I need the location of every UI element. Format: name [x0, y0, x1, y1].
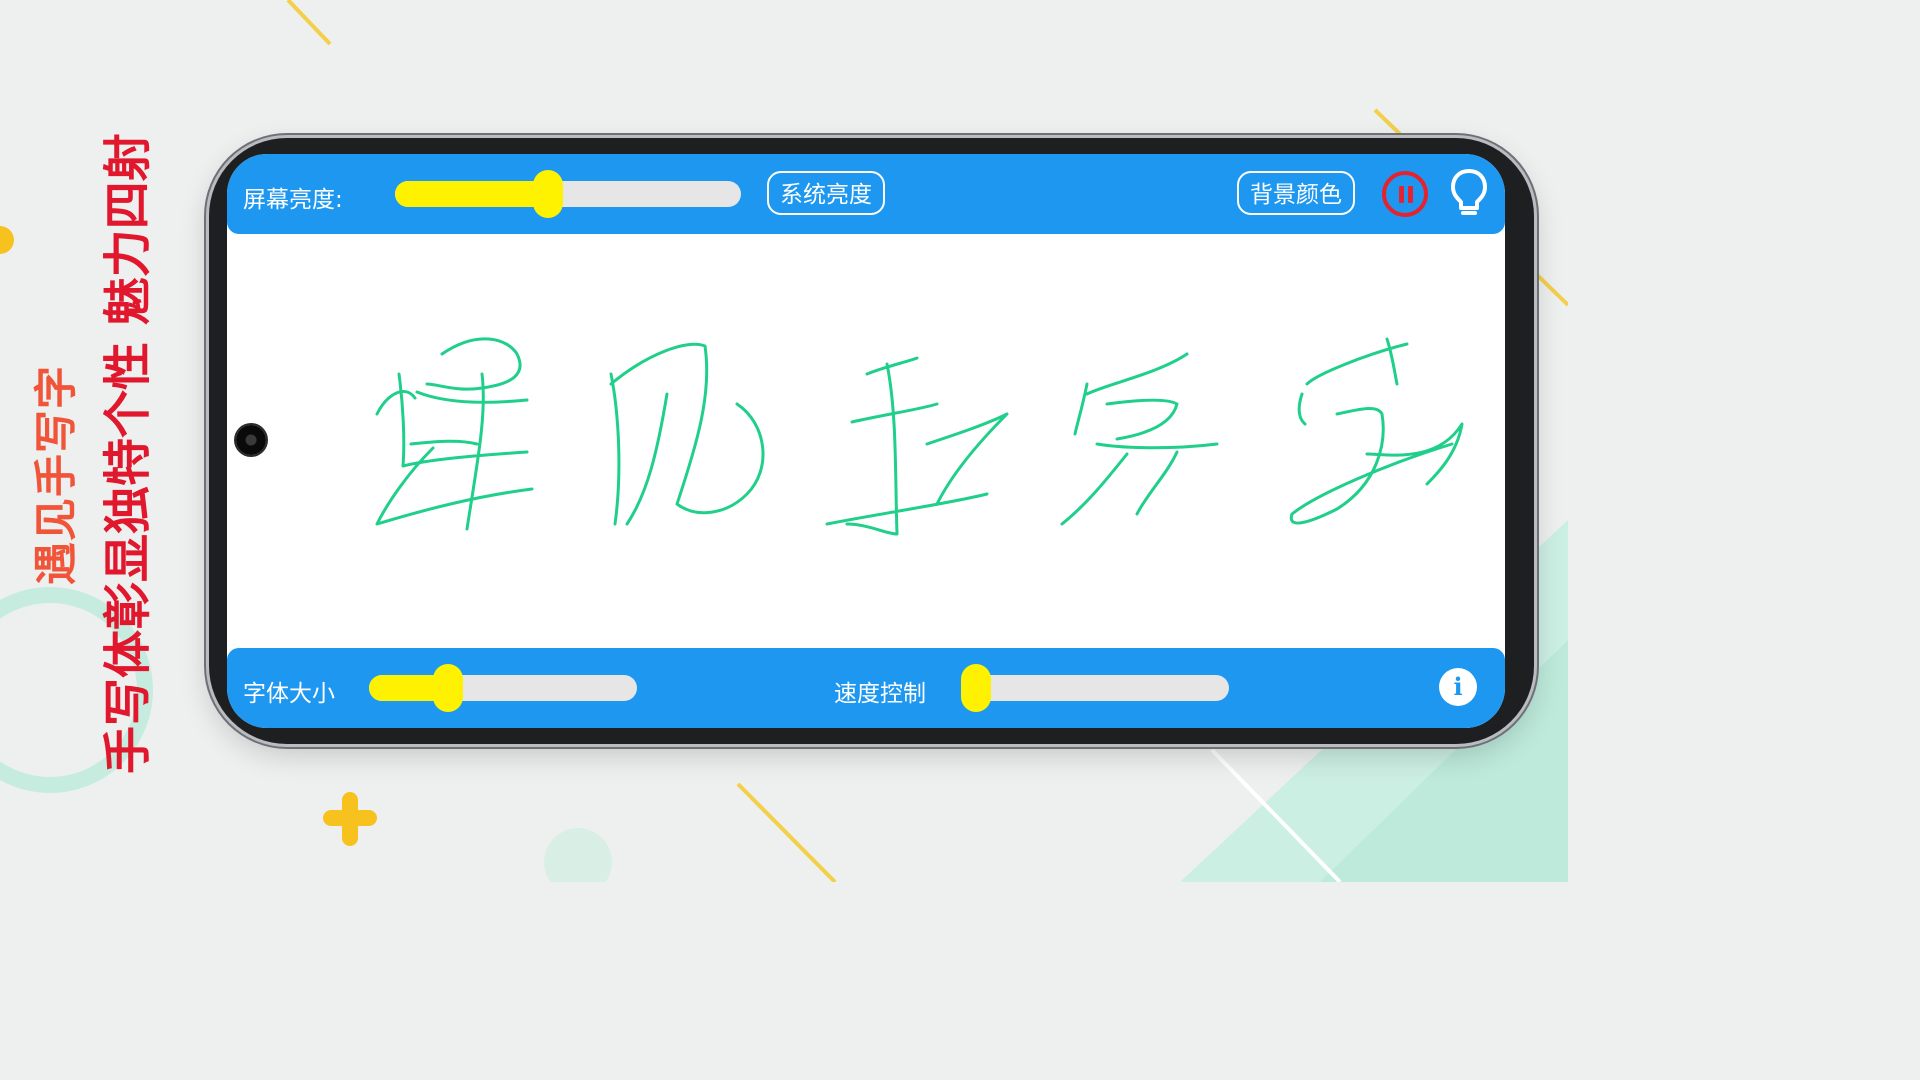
top-toolbar: 屏幕亮度: 系统亮度 背景颜色 — [227, 154, 1505, 234]
brightness-slider-fill — [395, 181, 549, 207]
system-brightness-button[interactable]: 系统亮度 — [767, 171, 885, 215]
brightness-slider-knob[interactable] — [533, 170, 564, 218]
handwriting-stroke-yu-hook — [375, 390, 417, 416]
handwriting-stroke-jian — [609, 342, 765, 526]
bottom-toolbar: 字体大小 速度控制 i — [227, 648, 1505, 728]
front-camera — [236, 425, 266, 455]
handwriting-canvas[interactable] — [227, 234, 1505, 648]
font-size-label: 字体大小 — [243, 681, 335, 707]
lightbulb-icon[interactable] — [1449, 168, 1489, 220]
slogan-subtitle: 遇见手写字 — [32, 365, 82, 585]
speed-slider[interactable] — [961, 664, 1229, 712]
handwriting-stroke-yu — [375, 337, 534, 531]
handwriting-stroke-shou — [825, 356, 1009, 536]
info-icon[interactable]: i — [1439, 668, 1477, 706]
font-size-slider[interactable] — [369, 664, 637, 712]
handwriting-stroke-zi — [1289, 337, 1464, 525]
background-color-button[interactable]: 背景颜色 — [1237, 171, 1355, 215]
pause-circle-icon[interactable] — [1382, 171, 1428, 217]
phone-frame: 屏幕亮度: 系统亮度 背景颜色 字体大小 速度控制 i — [209, 138, 1534, 744]
font-size-slider-knob[interactable] — [433, 664, 464, 712]
speed-slider-knob[interactable] — [961, 664, 991, 712]
phone-screen: 屏幕亮度: 系统亮度 背景颜色 字体大小 速度控制 i — [227, 154, 1505, 728]
speed-label: 速度控制 — [834, 681, 926, 707]
brightness-label: 屏幕亮度: — [243, 187, 343, 213]
handwriting-stroke-xie — [1060, 352, 1219, 526]
slogan-title: 手写体彰显独特个性 魅力四射 — [100, 133, 156, 774]
brightness-slider[interactable] — [395, 170, 741, 218]
promo-slogan: 遇见手写字 手写体彰显独特个性 魅力四射 — [0, 0, 160, 882]
